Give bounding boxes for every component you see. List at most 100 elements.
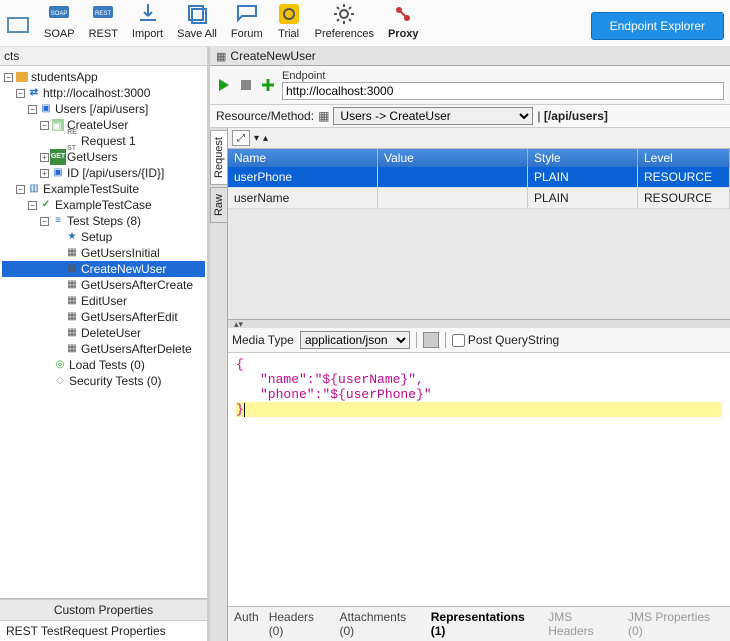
tree-item[interactable]: ▦GetUsersInitial — [2, 245, 205, 261]
tree-expander[interactable]: − — [28, 201, 37, 210]
toolbar-import[interactable]: Import — [132, 2, 163, 40]
tree-item[interactable]: −✓ExampleTestCase — [2, 197, 205, 213]
json-line: "name":"${userName}", — [260, 372, 424, 387]
toolbar-label: Proxy — [388, 28, 419, 40]
tree-item[interactable]: ▦DeleteUser — [2, 325, 205, 341]
play-icon[interactable] — [216, 77, 232, 93]
tree-expander[interactable]: − — [28, 105, 37, 114]
table-row[interactable]: userNamePLAINRESOURCE — [228, 188, 730, 209]
grid-icon: ▦ — [65, 326, 79, 340]
tree-item[interactable]: ▦GetUsersAfterEdit — [2, 309, 205, 325]
toolbar-forum[interactable]: Forum — [231, 2, 263, 40]
tree-label: Request 1 — [81, 133, 136, 149]
tree-item[interactable]: −≡Test Steps (8) — [2, 213, 205, 229]
editor-tab[interactable]: ▦ CreateNewUser — [210, 47, 730, 66]
tree-expander[interactable]: + — [40, 153, 49, 162]
col-name: Name — [228, 149, 378, 167]
tree-label: ExampleTestSuite — [43, 181, 139, 197]
side-tab-raw[interactable]: Raw — [210, 187, 228, 223]
tree-item[interactable]: −studentsApp — [2, 69, 205, 85]
get-icon: GET — [51, 150, 65, 164]
tree-item[interactable]: ▦GetUsersAfterCreate — [2, 277, 205, 293]
endpoint-input[interactable] — [282, 82, 724, 100]
tree-item[interactable]: −⇄http://localhost:3000 — [2, 85, 205, 101]
tree-expander[interactable]: − — [4, 73, 13, 82]
run-bar: Endpoint — [210, 66, 730, 105]
splitter[interactable]: ▴▾ — [228, 320, 730, 328]
bottom-tab[interactable]: Representations (1) — [431, 610, 539, 638]
bottom-tab[interactable]: Attachments (0) — [339, 610, 420, 638]
tree-item[interactable]: −▥ExampleTestSuite — [2, 181, 205, 197]
params-grid[interactable]: Name Value Style Level userPhonePLAINRES… — [228, 149, 730, 320]
tree-expander[interactable]: − — [16, 185, 25, 194]
tree-item[interactable]: ▦CreateNewUser — [2, 261, 205, 277]
stop-icon[interactable] — [238, 77, 254, 93]
toolbar-label: Preferences — [315, 28, 374, 40]
tree-item[interactable]: +▣ID [/api/users/{ID}] — [2, 165, 205, 181]
toolbar-saveall[interactable]: Save All — [177, 2, 217, 40]
toolbar-label: Save All — [177, 28, 217, 40]
users-icon: ▣ — [39, 102, 53, 116]
import-icon — [136, 2, 160, 26]
endpoint-explorer-button[interactable]: Endpoint Explorer — [591, 12, 724, 40]
grid-icon: ▦ — [65, 310, 79, 324]
tree-item[interactable]: ◎Load Tests (0) — [2, 357, 205, 373]
request-body-editor[interactable]: { "name":"${userName}", "phone":"${userP… — [228, 353, 730, 606]
media-type-select[interactable]: application/json — [300, 331, 410, 349]
bottom-tab[interactable]: JMS Properties (0) — [628, 610, 724, 638]
suite-icon: ▥ — [27, 182, 41, 196]
post-querystring-checkbox[interactable]: Post QueryString — [452, 333, 559, 347]
expand-icon[interactable]: ⤢ — [232, 130, 250, 146]
toolbar-preferences[interactable]: Preferences — [315, 2, 374, 40]
toolbar-item-0[interactable] — [6, 14, 30, 40]
chevron-down-icon[interactable]: ▾ — [254, 133, 259, 144]
bottom-tab[interactable]: Headers (0) — [269, 610, 330, 638]
grid-icon: ▦ — [65, 262, 79, 276]
grid-icon: ▦ — [216, 50, 226, 63]
resource-method-select[interactable]: Users -> CreateUser — [333, 107, 533, 125]
toolbar-proxy[interactable]: Proxy — [388, 2, 419, 40]
tree-item[interactable]: ◇Security Tests (0) — [2, 373, 205, 389]
media-type-bar: Media Type application/json Post QuerySt… — [228, 328, 730, 353]
rest-testrequest-properties-tab[interactable]: REST TestRequest Properties — [0, 620, 207, 641]
custom-properties-tab[interactable]: Custom Properties — [0, 599, 207, 620]
grid-icon: ▦ — [65, 278, 79, 292]
media-type-label: Media Type — [232, 333, 294, 347]
saveall-icon — [185, 2, 209, 26]
gear-icon — [332, 2, 356, 26]
resource-path: | [/api/users] — [537, 109, 607, 123]
tree-item[interactable]: −▣CreateUser — [2, 117, 205, 133]
tree-item[interactable]: +GETGetUsers — [2, 149, 205, 165]
tree-label: Load Tests (0) — [69, 357, 145, 373]
bottom-tab[interactable]: JMS Headers — [548, 610, 618, 638]
toolbar-trial[interactable]: Trial — [277, 2, 301, 40]
side-tab-request[interactable]: Request — [210, 130, 228, 185]
tree-expander[interactable]: − — [40, 121, 49, 130]
toolbar-rest[interactable]: REST REST — [89, 2, 118, 40]
tree-item[interactable]: ★Setup — [2, 229, 205, 245]
svg-text:SOAP: SOAP — [51, 11, 68, 17]
tree-label: GetUsersAfterEdit — [81, 309, 178, 325]
tree-expander[interactable]: − — [16, 89, 25, 98]
tree-item[interactable]: −▣Users [/api/users] — [2, 101, 205, 117]
toolbar-label: SOAP — [44, 28, 75, 40]
tree-expander[interactable]: + — [40, 169, 49, 178]
chevron-up-icon[interactable]: ▴ — [263, 133, 268, 144]
view-mode-button[interactable] — [423, 332, 439, 348]
bottom-tab[interactable]: Auth — [234, 610, 259, 638]
resource-method-bar: Resource/Method: ▦ Users -> CreateUser |… — [210, 105, 730, 128]
folder-icon — [15, 70, 29, 84]
endpoint-label: Endpoint — [282, 70, 724, 82]
tree-item[interactable]: ▦GetUsersAfterDelete — [2, 341, 205, 357]
table-row[interactable]: userPhonePLAINRESOURCE — [228, 167, 730, 188]
tree-item[interactable]: ▦EditUser — [2, 293, 205, 309]
tree-label: GetUsersAfterCreate — [81, 277, 193, 293]
toolbar-soap[interactable]: SOAP SOAP — [44, 2, 75, 40]
tree-item[interactable]: RESTRequest 1 — [2, 133, 205, 149]
project-tree[interactable]: −studentsApp−⇄http://localhost:3000−▣Use… — [0, 66, 207, 598]
add-icon[interactable] — [260, 77, 276, 93]
tree-expander[interactable]: − — [40, 217, 49, 226]
grid-icon: ▦ — [65, 342, 79, 356]
col-level: Level — [638, 149, 730, 167]
grid-icon: ▦ — [65, 246, 79, 260]
